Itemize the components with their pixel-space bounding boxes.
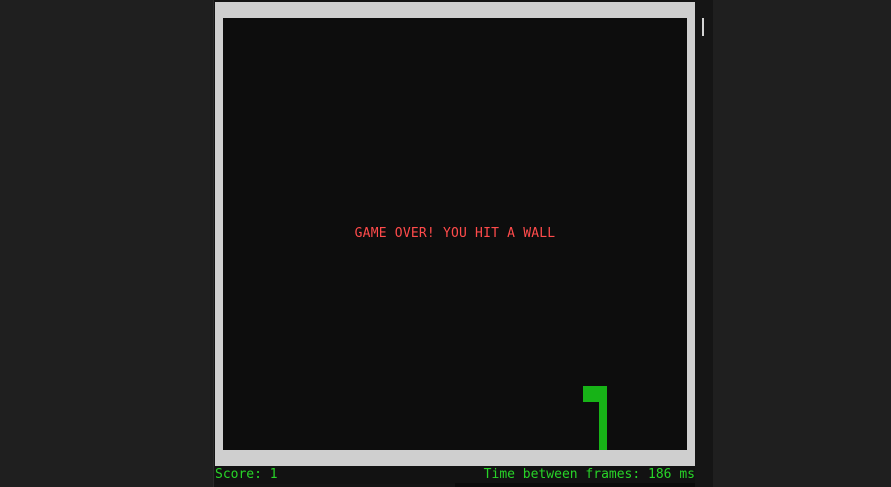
frame-time-label: Time between frames: 186 ms: [483, 467, 695, 482]
horizontal-scroll-track: [455, 483, 695, 487]
game-frame: GAME OVER! YOU HIT A WALL: [215, 2, 695, 466]
scroll-thumb[interactable]: [702, 18, 704, 36]
snake-body-segment: [599, 402, 607, 450]
vertical-scrollbar[interactable]: [695, 0, 713, 487]
game-over-message: GAME OVER! YOU HIT A WALL: [354, 226, 556, 241]
snake-head-segment: [583, 386, 607, 402]
score-label: Score: 1: [215, 467, 278, 482]
status-bar: Score: 1 Time between frames: 186 ms: [215, 466, 695, 484]
app-root: GAME OVER! YOU HIT A WALL Score: 1 Time …: [0, 0, 891, 487]
game-canvas: GAME OVER! YOU HIT A WALL: [223, 18, 687, 450]
